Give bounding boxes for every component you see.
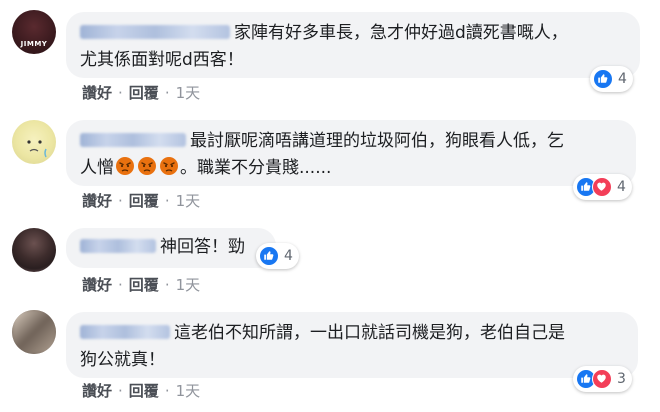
angry-emoji-icon (114, 157, 180, 178)
comment-text-line2b: 。職業不分貴賤...... (180, 158, 332, 178)
like-reaction-icon (259, 246, 279, 266)
reaction-count: 3 (617, 371, 626, 387)
commenter-name[interactable] (80, 25, 230, 39)
separator: · (118, 192, 123, 210)
like-button[interactable]: 讚好 (82, 84, 112, 102)
avatar-drawing-icon (27, 140, 47, 158)
timestamp[interactable]: 1天 (176, 192, 201, 210)
avatar[interactable] (12, 120, 56, 164)
like-reaction-icon (593, 69, 613, 89)
avatar[interactable] (12, 228, 56, 272)
separator: · (164, 276, 170, 294)
comment-text-line2a: 人憎 (80, 158, 114, 178)
separator: · (164, 84, 170, 102)
comment-text-line1: 這老伯不知所謂，一出口就話司機是狗，老伯自己是 (174, 323, 565, 343)
comment-actions: 讚好 · 回覆 · 1天 (82, 190, 200, 211)
comment-bubble: 這老伯不知所謂，一出口就話司機是狗，老伯自己是 狗公就真！ (66, 312, 638, 378)
like-button[interactable]: 讚好 (82, 382, 112, 400)
timestamp[interactable]: 1天 (176, 382, 201, 400)
reply-button[interactable]: 回覆 (129, 382, 159, 400)
comment-text-line2: 狗公就真！ (80, 350, 165, 370)
avatar[interactable]: JIMMY (12, 10, 56, 54)
avatar-texture (12, 310, 56, 354)
reply-button[interactable]: 回覆 (129, 276, 159, 294)
avatar-label: JIMMY (20, 40, 48, 48)
commenter-name[interactable] (80, 239, 156, 253)
comment-bubble: 最討厭呢滴唔講道理的垃圾阿伯，狗眼看人低，乞 人憎 。職業不分貴賤...... (66, 120, 636, 186)
timestamp[interactable]: 1天 (176, 84, 201, 102)
reaction-count: 4 (618, 71, 627, 87)
separator: · (164, 192, 170, 210)
like-button[interactable]: 讚好 (82, 276, 112, 294)
reaction-summary[interactable]: 4 (573, 174, 632, 200)
reaction-count: 4 (617, 179, 626, 195)
love-reaction-icon (592, 369, 612, 389)
timestamp[interactable]: 1天 (176, 276, 201, 294)
comment-text-line1: 家陣有好多車長，急才仲好過d讀死書嘅人， (234, 23, 568, 43)
separator: · (164, 382, 170, 400)
love-reaction-icon (592, 177, 612, 197)
reply-button[interactable]: 回覆 (129, 84, 159, 102)
reply-button[interactable]: 回覆 (129, 192, 159, 210)
reaction-count: 4 (284, 248, 293, 264)
commenter-name[interactable] (80, 325, 170, 339)
commenter-name[interactable] (80, 133, 186, 147)
like-button[interactable]: 讚好 (82, 192, 112, 210)
comment-actions: 讚好 · 回覆 · 1天 (82, 82, 200, 103)
avatar[interactable] (12, 310, 56, 354)
comment-text-line2: 尤其係面對呢d西客！ (80, 50, 244, 70)
reaction-summary[interactable]: 3 (573, 366, 632, 392)
separator: · (118, 84, 123, 102)
comment-text-line1: 最討厭呢滴唔講道理的垃圾阿伯，狗眼看人低，乞 (190, 131, 564, 151)
reaction-summary[interactable]: 4 (256, 243, 299, 269)
separator: · (118, 382, 123, 400)
separator: · (118, 276, 123, 294)
comment-actions: 讚好 · 回覆 · 1天 (82, 380, 200, 401)
comment-bubble: 神回答！勁 (66, 228, 276, 268)
comment-actions: 讚好 · 回覆 · 1天 (82, 274, 200, 295)
comment-text-line1: 神回答！勁 (160, 237, 245, 257)
reaction-summary[interactable]: 4 (590, 66, 633, 92)
comment-bubble: 家陣有好多車長，急才仲好過d讀死書嘅人， 尤其係面對呢d西客！ (66, 12, 640, 78)
